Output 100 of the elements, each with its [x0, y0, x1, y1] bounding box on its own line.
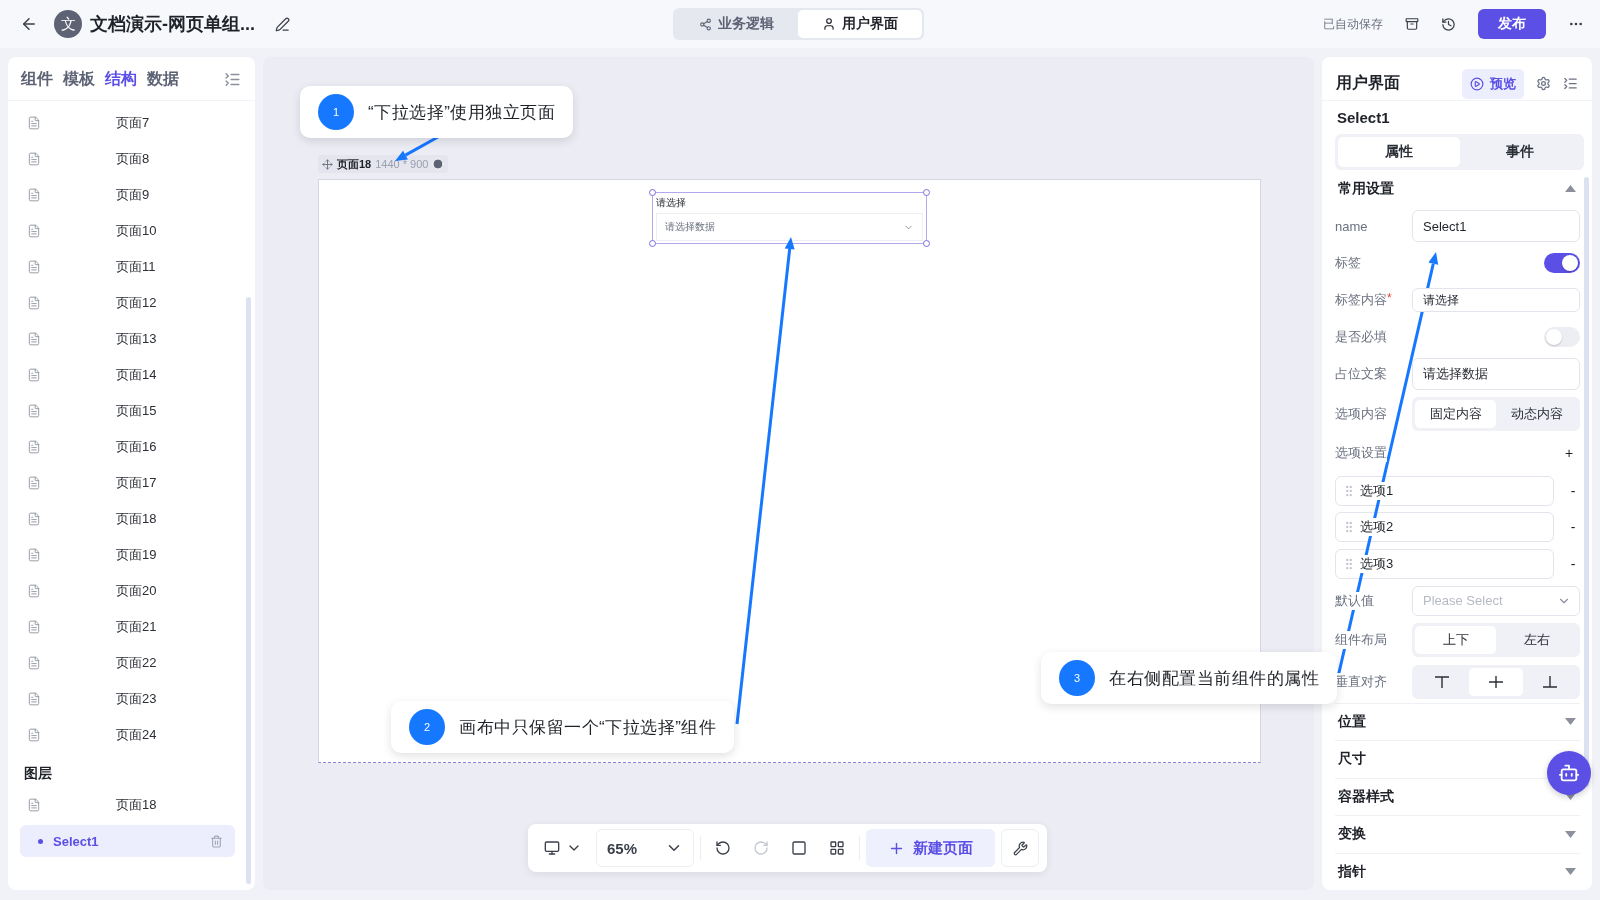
robot-icon [1558, 762, 1580, 784]
scrollbar-thumb[interactable] [1584, 177, 1589, 787]
user-icon [822, 17, 836, 31]
property-label: 选项内容 [1335, 404, 1387, 423]
align-top-icon [1435, 675, 1449, 688]
expand-caret-icon[interactable] [1565, 868, 1576, 876]
property-tab[interactable]: 事件 [1459, 137, 1581, 167]
section-header[interactable]: 指针 [1338, 862, 1366, 881]
annotation-text: “下拉选择”使用独立页面 [368, 101, 556, 124]
publish-button[interactable]: 发布 [1478, 9, 1546, 39]
section-header[interactable]: 尺寸 [1338, 750, 1366, 769]
select-widget[interactable]: 请选择 请选择数据 [652, 192, 927, 244]
avatar: 文 [54, 10, 82, 38]
page-icon [27, 584, 41, 598]
wrench-button[interactable] [1001, 829, 1040, 867]
grid-icon[interactable] [829, 840, 846, 856]
history-icon[interactable] [1441, 16, 1456, 32]
remove-option-button[interactable]: - [1566, 555, 1580, 572]
page-icon [27, 296, 41, 310]
segment-option[interactable]: 动态内容 [1496, 399, 1577, 428]
segment-option[interactable]: 固定内容 [1415, 399, 1496, 428]
edit-icon[interactable] [275, 16, 290, 32]
page-item[interactable]: 页面12 [116, 294, 157, 312]
expand-caret-icon[interactable] [1565, 830, 1576, 838]
page-icon [27, 332, 41, 346]
page-item[interactable]: 页面11 [116, 258, 156, 276]
page-item[interactable]: 页面19 [116, 546, 157, 564]
play-icon[interactable] [432, 158, 445, 170]
layer-item[interactable]: Select1 [20, 825, 235, 857]
property-input[interactable]: Select1 [1412, 210, 1580, 243]
collapse-caret-icon[interactable] [1565, 185, 1576, 193]
page-item[interactable]: 页面22 [116, 654, 157, 672]
annotation-text: 画布中只保留一个“下拉选择”组件 [459, 716, 717, 739]
property-label: 默认值 [1335, 591, 1374, 610]
property-input[interactable]: 请选择 [1412, 288, 1580, 313]
widget-label: 请选择 [656, 196, 687, 210]
page-item[interactable]: 页面7 [116, 114, 150, 132]
page-item[interactable]: 页面18 [116, 510, 157, 528]
section-header[interactable]: 变换 [1338, 825, 1366, 844]
panel-tab[interactable]: 结构 [105, 69, 137, 90]
collapse-list-icon[interactable] [224, 71, 241, 88]
zoom-select[interactable]: 65% [596, 829, 695, 867]
page-icon [27, 404, 41, 418]
toggle-switch[interactable] [1544, 327, 1580, 348]
panel-tab[interactable]: 模板 [63, 69, 95, 90]
page-icon [27, 368, 41, 382]
remove-option-button[interactable]: - [1566, 519, 1580, 536]
box-icon[interactable] [1405, 17, 1419, 31]
section-header[interactable]: 容器样式 [1338, 787, 1394, 806]
scrollbar-thumb[interactable] [246, 297, 251, 884]
collapse-list-icon[interactable] [1563, 76, 1578, 91]
section-header[interactable]: 常用设置 [1335, 170, 1580, 208]
expand-caret-icon[interactable] [1565, 718, 1576, 726]
panel-title: 用户界面 [1336, 73, 1400, 93]
property-input[interactable]: 请选择数据 [1412, 358, 1580, 391]
panel-tab[interactable]: 数据 [147, 69, 179, 90]
page-item[interactable]: 页面16 [116, 438, 157, 456]
segment-option[interactable]: 左右 [1496, 626, 1577, 655]
page-icon [27, 548, 41, 562]
page-item[interactable]: 页面23 [116, 690, 157, 708]
layer-item[interactable]: 页面18 [116, 796, 157, 814]
page-item[interactable]: 页面20 [116, 582, 157, 600]
settings-icon[interactable] [1536, 76, 1551, 91]
widget-select-field[interactable]: 请选择数据 [656, 213, 923, 241]
page-icon [27, 656, 41, 670]
page-item[interactable]: 页面21 [116, 618, 157, 636]
page-item[interactable]: 页面9 [116, 186, 150, 204]
preview-button[interactable]: 预览 [1462, 68, 1524, 99]
monitor-icon [544, 840, 560, 856]
panel-tab[interactable]: 组件 [21, 69, 53, 90]
page-item[interactable]: 页面24 [116, 726, 157, 744]
align-option[interactable] [1469, 667, 1523, 696]
page-item[interactable]: 页面14 [116, 366, 157, 384]
remove-option-button[interactable]: - [1566, 482, 1580, 499]
page-icon [27, 692, 41, 706]
option-field[interactable]: 选项3 [1335, 548, 1554, 579]
mode-tab[interactable]: 用户界面 [798, 10, 922, 38]
segment-option[interactable]: 上下 [1415, 626, 1496, 655]
mode-tab[interactable]: 业务逻辑 [675, 10, 798, 38]
page-icon [27, 728, 41, 742]
section-header[interactable]: 位置 [1338, 713, 1366, 731]
option-field[interactable]: 选项2 [1335, 512, 1554, 543]
move-icon[interactable] [322, 158, 333, 170]
align-middle-icon [1489, 675, 1503, 688]
new-page-button[interactable]: 新建页面 [866, 829, 996, 867]
page-item[interactable]: 页面10 [116, 222, 157, 240]
page-icon [27, 798, 41, 812]
property-label: 选项设置 [1335, 444, 1387, 463]
add-option-button[interactable]: + [1562, 445, 1576, 462]
property-tab[interactable]: 属性 [1338, 137, 1460, 167]
annotation-arrow [395, 135, 439, 161]
page-item[interactable]: 页面13 [116, 330, 157, 348]
undo-icon[interactable] [715, 840, 732, 856]
page-item[interactable]: 页面15 [116, 402, 157, 420]
page-item[interactable]: 页面8 [116, 150, 150, 168]
toggle-switch[interactable] [1544, 253, 1580, 274]
option-field[interactable]: 选项1 [1335, 475, 1554, 506]
square-icon[interactable] [791, 840, 808, 856]
page-item[interactable]: 页面17 [116, 474, 157, 492]
back-icon[interactable] [20, 15, 38, 33]
